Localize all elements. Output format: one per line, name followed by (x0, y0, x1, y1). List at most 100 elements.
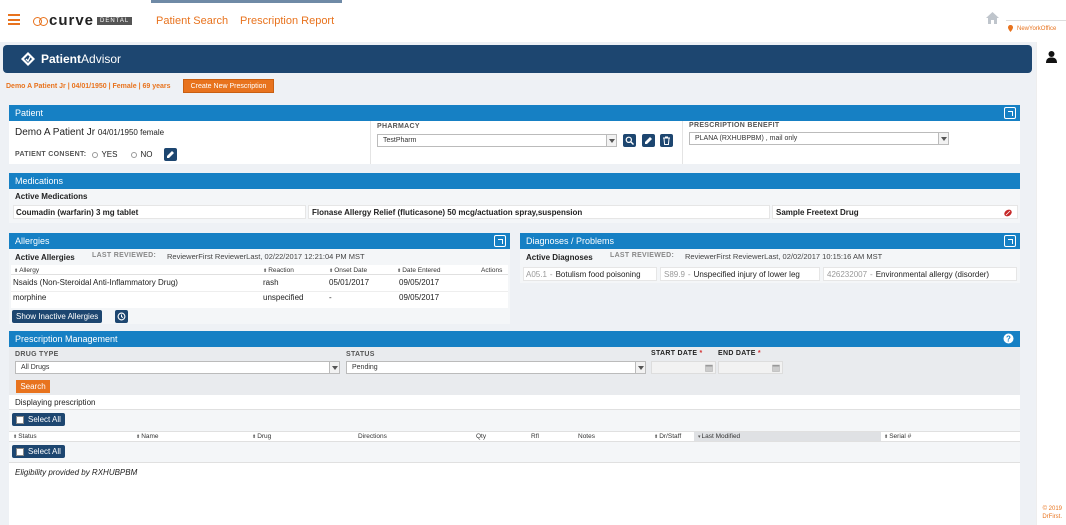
select-all-checkbox[interactable] (16, 447, 24, 456)
status-column-header[interactable]: ⬍Status (13, 433, 37, 440)
diagnoses-panel-title: Diagnoses / Problems (526, 236, 615, 246)
diagnosis-item[interactable]: A05.1 - Botulism food poisoning (523, 267, 657, 281)
search-icon (625, 136, 634, 145)
allergy-column-header[interactable]: ⬍Allergy (14, 267, 39, 274)
calendar-icon[interactable] (705, 364, 713, 372)
calendar-icon[interactable] (772, 364, 780, 372)
displaying-prescription-text: Displaying prescription (15, 398, 96, 407)
nav-link-patient-search[interactable]: Patient Search (156, 15, 228, 27)
allergies-last-reviewed-value: ReviewerFirst ReviewerLast, 02/22/2017 1… (167, 252, 365, 261)
diagnosis-description: Botulism food poisoning (555, 269, 641, 279)
consent-yes-radio[interactable] (92, 151, 99, 158)
patient-dob-sex: 04/01/1950 female (97, 128, 165, 137)
diagnoses-last-reviewed-label: LAST REVIEWED: (610, 252, 675, 259)
select-all-checkbox[interactable] (16, 415, 24, 424)
qty-column-header: Qty (476, 433, 487, 440)
allergies-last-reviewed-label: LAST REVIEWED: (92, 252, 157, 259)
select-all-button-top[interactable]: Select All (12, 413, 65, 426)
pharmacy-delete-button[interactable] (660, 134, 673, 147)
prescription-benefit-value: PLANA (RXHUBPBM) , mail only (695, 135, 798, 142)
search-button[interactable]: Search (16, 380, 50, 393)
nav-active-indicator (151, 0, 342, 3)
drug-column-header[interactable]: ⬍Drug (252, 433, 271, 440)
directions-column-header: Directions (358, 433, 387, 440)
patient-panel-header: Patient (9, 105, 1020, 121)
prescription-management-header: Prescription Management ? (9, 331, 1020, 347)
start-date-input[interactable] (651, 361, 716, 374)
show-inactive-allergies-button[interactable]: Show Inactive Allergies (12, 310, 103, 323)
prescription-filters: DRUG TYPE All Drugs STATUS Pending START… (9, 347, 1020, 395)
hamburger-menu-icon[interactable] (8, 14, 20, 25)
copyright-company: DrFirst. (1042, 514, 1062, 520)
help-icon[interactable]: ? (1003, 333, 1014, 344)
rfl-column-header: Rfl (531, 433, 539, 440)
expand-icon[interactable] (1004, 107, 1016, 119)
medication-item[interactable]: Flonase Allergy Relief (fluticasone) 50 … (308, 205, 770, 219)
allergy-row-1-entered: 09/05/2017 (399, 278, 440, 287)
allergies-panel-body: Active Allergies LAST REVIEWED: Reviewer… (9, 249, 510, 324)
eligibility-text: Eligibility provided by RXHUBPBM (15, 468, 138, 477)
medication-item[interactable]: Coumadin (warfarin) 3 mg tablet (13, 205, 306, 219)
select-all-button-bottom[interactable]: Select All (12, 445, 65, 458)
active-medications-title: Active Medications (15, 192, 88, 201)
trash-icon (663, 136, 670, 145)
last-modified-column-header[interactable]: ▾Last Modified (698, 433, 740, 440)
start-date-label: START DATE * (651, 350, 703, 357)
end-date-input[interactable] (718, 361, 783, 374)
copyright-year: © 2019 (1042, 506, 1062, 512)
serial-column-header[interactable]: ⬍Serial # (884, 433, 911, 440)
date-entered-column-header[interactable]: ⬍Date Entered (397, 267, 441, 274)
patient-summary-line: Demo A Patient Jr | 04/01/1950 | Female … (6, 83, 171, 90)
status-value: Pending (352, 364, 378, 371)
prescription-benefit-select[interactable]: PLANA (RXHUBPBM) , mail only (689, 132, 949, 145)
logo-subtitle: DENTAL (97, 16, 133, 25)
allergy-row-divider (11, 291, 508, 292)
prescription-results: Displaying prescription Select All ⬍Stat… (9, 395, 1020, 525)
diagnoses-panel-body: Active Diagnoses LAST REVIEWED: Reviewer… (520, 249, 1020, 283)
consent-yes-label: YES (101, 150, 118, 159)
expand-icon[interactable] (494, 235, 506, 247)
edit-icon (645, 137, 652, 144)
chevron-down-icon (938, 133, 948, 144)
expand-icon[interactable] (1004, 235, 1016, 247)
consent-no-radio[interactable] (131, 151, 138, 158)
home-icon[interactable] (986, 12, 999, 24)
name-column-header[interactable]: ⬍Name (136, 433, 159, 440)
create-new-prescription-button[interactable]: Create New Prescription (183, 79, 274, 93)
prescription-management-title: Prescription Management (15, 334, 118, 344)
pharmacy-search-button[interactable] (623, 134, 636, 147)
pharmacy-label: PHARMACY (377, 123, 420, 130)
allergy-row-1-onset: 05/01/2017 (329, 278, 370, 287)
patient-advisor-header: PatientAdvisor (3, 45, 1032, 73)
status-select[interactable]: Pending (346, 361, 646, 374)
history-icon (117, 312, 126, 321)
patient-panel: Patient Demo A Patient Jr 04/01/1950 fem… (9, 105, 1020, 164)
drug-type-select[interactable]: All Drugs (15, 361, 340, 374)
office-name[interactable]: NewYorkOffice (1017, 26, 1056, 32)
medications-panel-body: Active Medications Coumadin (warfarin) 3… (9, 189, 1020, 223)
medication-item[interactable]: Sample Freetext Drug (772, 205, 1018, 219)
user-icon[interactable] (1046, 51, 1057, 63)
main-content: PatientAdvisor Demo A Patient Jr | 04/01… (0, 42, 1036, 525)
onset-date-column-header[interactable]: ⬍Onset Date (329, 267, 367, 274)
pharmacy-select[interactable]: TestPharm (377, 134, 617, 147)
edit-icon (167, 151, 175, 158)
patient-divider-2 (682, 121, 683, 164)
diagnoses-last-reviewed-value: ReviewerFirst ReviewerLast, 02/02/2017 1… (685, 252, 883, 261)
edit-consent-button[interactable] (164, 148, 178, 161)
allergy-history-button[interactable] (115, 310, 128, 323)
chevron-down-icon (606, 135, 616, 146)
diagnosis-item[interactable]: 426232007 - Environmental allergy (disor… (823, 267, 1017, 281)
dr-staff-column-header[interactable]: ⬍Dr/Staff (654, 433, 681, 440)
patient-panel-title: Patient (15, 108, 44, 118)
curve-logo[interactable]: curve DENTAL (33, 12, 133, 29)
nav-link-prescription-report[interactable]: Prescription Report (240, 15, 334, 27)
pill-alert-icon[interactable] (1003, 208, 1013, 217)
allergy-row-1-reaction: rash (263, 278, 279, 287)
pharmacy-edit-button[interactable] (642, 134, 655, 147)
reaction-column-header[interactable]: ⬍Reaction (263, 267, 294, 274)
prescription-management-panel: Prescription Management ? DRUG TYPE All … (9, 331, 1020, 525)
end-date-label: END DATE * (718, 350, 761, 357)
diagnosis-item[interactable]: S89.9 - Unspecified injury of lower leg (660, 267, 820, 281)
allergies-panel: Allergies Active Allergies LAST REVIEWED… (9, 233, 510, 324)
